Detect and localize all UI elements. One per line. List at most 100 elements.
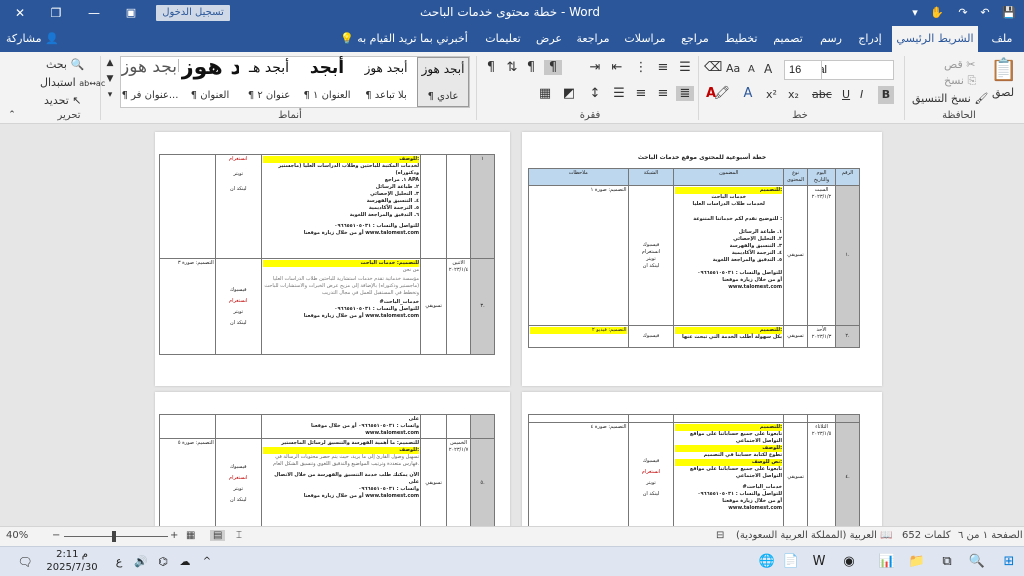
tab-file[interactable]: ملف (984, 26, 1020, 52)
numbering-icon[interactable]: ≡ (654, 60, 672, 75)
align-left-icon[interactable]: ≡ (632, 86, 650, 101)
word-count[interactable]: 652 كلمات (902, 530, 951, 541)
line-spacing-icon[interactable]: ↕ (586, 86, 604, 101)
zoom-slider[interactable] (64, 536, 168, 537)
input-language[interactable]: ع (108, 552, 130, 572)
windows-start-icon[interactable]: ⊞ (998, 552, 1020, 572)
shading-icon[interactable]: ◩ (560, 86, 578, 101)
close-button[interactable]: ✕ (0, 0, 40, 26)
network-text: لينكد ان (229, 319, 247, 326)
zoom-in-button[interactable]: + (170, 530, 178, 541)
web-layout-icon[interactable]: ▦ (186, 530, 195, 541)
increase-indent-icon[interactable]: ⇥ (586, 60, 604, 75)
justify-icon[interactable]: ☰ (610, 86, 628, 101)
styles-up-icon[interactable]: ▲ (104, 58, 116, 68)
tab-insert[interactable]: إدراج (852, 26, 888, 52)
subscript-button[interactable]: x₂ (788, 88, 799, 101)
style-subtitle[interactable]: ابجد هوز ¶ عنوان فر... (121, 57, 179, 107)
change-case-button[interactable]: Aa (726, 62, 740, 75)
collapse-ribbon-icon[interactable]: ⌃ (6, 110, 18, 120)
italic-button[interactable]: I (860, 88, 863, 101)
show-marks-icon[interactable]: ¶ (482, 60, 500, 75)
copy-button[interactable]: نسخ ⎘ (944, 74, 976, 88)
tab-help[interactable]: تعليمات (480, 26, 526, 52)
print-layout-icon[interactable]: ▤ (210, 530, 226, 541)
show-hidden-icons[interactable]: ^ (196, 552, 218, 572)
display-settings-icon[interactable]: ⊟ (716, 530, 724, 541)
text-effects-icon[interactable]: A (738, 86, 758, 101)
cut-button[interactable]: قص ✂ (944, 58, 975, 71)
styles-more-icon[interactable]: ▾ (104, 90, 116, 100)
restore-button[interactable]: ❐ (36, 0, 76, 26)
ribbon-display-icon[interactable]: ▣ (122, 4, 140, 22)
browser-icon[interactable]: 🌐 (756, 552, 778, 572)
file-explorer-icon[interactable]: 📁 (906, 552, 928, 572)
borders-icon[interactable]: ▦ (536, 86, 554, 101)
style-title[interactable]: أبجد هوز ¶ العنوان (181, 57, 239, 107)
superscript-button[interactable]: x² (766, 88, 777, 101)
tab-review[interactable]: مراجعة (572, 26, 614, 52)
word-app-icon[interactable]: W (808, 552, 830, 572)
style-heading-1[interactable]: أبجد ¶ العنوان ١ (299, 57, 355, 107)
tab-design[interactable]: تصميم (768, 26, 808, 52)
tab-draw[interactable]: رسم (814, 26, 848, 52)
format-painter-button[interactable]: نسخ التنسيق 🖌 (912, 92, 988, 105)
focus-mode-icon[interactable]: ⌶ (236, 530, 242, 541)
save-icon[interactable]: 💾 (1000, 4, 1018, 22)
tab-home[interactable]: الشريط الرئيسي (892, 26, 978, 52)
style-normal[interactable]: أبجد هوز ¶ عادي (417, 57, 469, 107)
find-button[interactable]: بحث 🔍 (46, 58, 84, 71)
volume-icon[interactable]: 🔊 (130, 552, 152, 572)
paste-icon[interactable]: 📋 (990, 58, 1018, 83)
rtl-direction-icon[interactable]: ¶ (544, 60, 562, 75)
redo-icon[interactable]: ↷ (954, 4, 972, 22)
sort-icon[interactable]: ⇅ (504, 60, 520, 75)
align-center-icon[interactable]: ≡ (654, 86, 672, 101)
select-button[interactable]: تحديد ↖ (44, 94, 82, 107)
app-icon[interactable]: 📊 (876, 552, 898, 572)
tell-me-search[interactable]: 💡 أخبرني بما تريد القيام به (340, 30, 468, 48)
replace-button[interactable]: استبدال ab↔ac (40, 76, 105, 89)
proofing-icon[interactable]: 📖 (880, 530, 892, 541)
onedrive-icon[interactable]: ☁ (174, 552, 196, 572)
customize-toolbar-icon[interactable]: ▾ (906, 4, 924, 22)
undo-icon[interactable]: ↶ (976, 4, 994, 22)
sign-in-button[interactable]: تسجيل الدخول (156, 5, 230, 21)
underline-button[interactable]: U (842, 88, 850, 101)
shrink-font-button[interactable]: A (748, 64, 755, 75)
ltr-direction-icon[interactable]: ¶ (522, 60, 540, 75)
style-heading-2[interactable]: أبجد هـ ¶ عنوان ٢ (241, 57, 297, 107)
tab-view[interactable]: عرض (532, 26, 566, 52)
font-size-box[interactable]: 16 (784, 60, 822, 80)
touch-mode-icon[interactable]: ✋ (928, 4, 946, 22)
font-color-icon[interactable]: A (704, 86, 718, 101)
zoom-level[interactable]: 40% (6, 530, 28, 541)
word-document-icon[interactable]: 📄 (780, 552, 802, 572)
notifications-icon[interactable]: 🗨 (14, 552, 36, 572)
language-indicator[interactable]: العربية (المملكة العربية السعودية) (736, 530, 877, 541)
zoom-slider-thumb[interactable] (112, 531, 116, 542)
align-right-icon[interactable]: ≣ (676, 86, 694, 101)
share-button[interactable]: مشاركة 👤 (6, 30, 59, 48)
bold-button[interactable]: B (878, 86, 894, 104)
tab-references[interactable]: مراجع (676, 26, 714, 52)
system-clock[interactable]: 2:11 م 2025/7/30 (40, 548, 104, 574)
tab-layout[interactable]: تخطيط (720, 26, 762, 52)
search-icon[interactable]: 🔍 (966, 552, 988, 572)
grow-font-button[interactable]: A (764, 62, 772, 76)
page-count[interactable]: الصفحة ١ من ٦ (958, 530, 1023, 541)
clear-formatting-icon[interactable]: ⌫ (704, 60, 722, 75)
network-icon[interactable]: ⌬ (152, 552, 174, 572)
strikethrough-button[interactable]: abc (812, 88, 832, 101)
minimize-button[interactable]: — (74, 0, 114, 26)
zoom-out-button[interactable]: − (52, 530, 60, 541)
multilevel-list-icon[interactable]: ⋮ (632, 60, 650, 75)
decrease-indent-icon[interactable]: ⇤ (608, 60, 626, 75)
chrome-icon[interactable]: ◉ (838, 552, 860, 572)
tab-mailings[interactable]: مراسلات (620, 26, 670, 52)
paste-button[interactable]: لصق (992, 86, 1014, 99)
styles-down-icon[interactable]: ▼ (104, 74, 116, 84)
style-no-spacing[interactable]: أبجد هوز ¶ بلا تباعد (357, 57, 415, 107)
bullets-icon[interactable]: ☰ (676, 60, 694, 75)
task-view-icon[interactable]: ⧉ (936, 552, 958, 572)
